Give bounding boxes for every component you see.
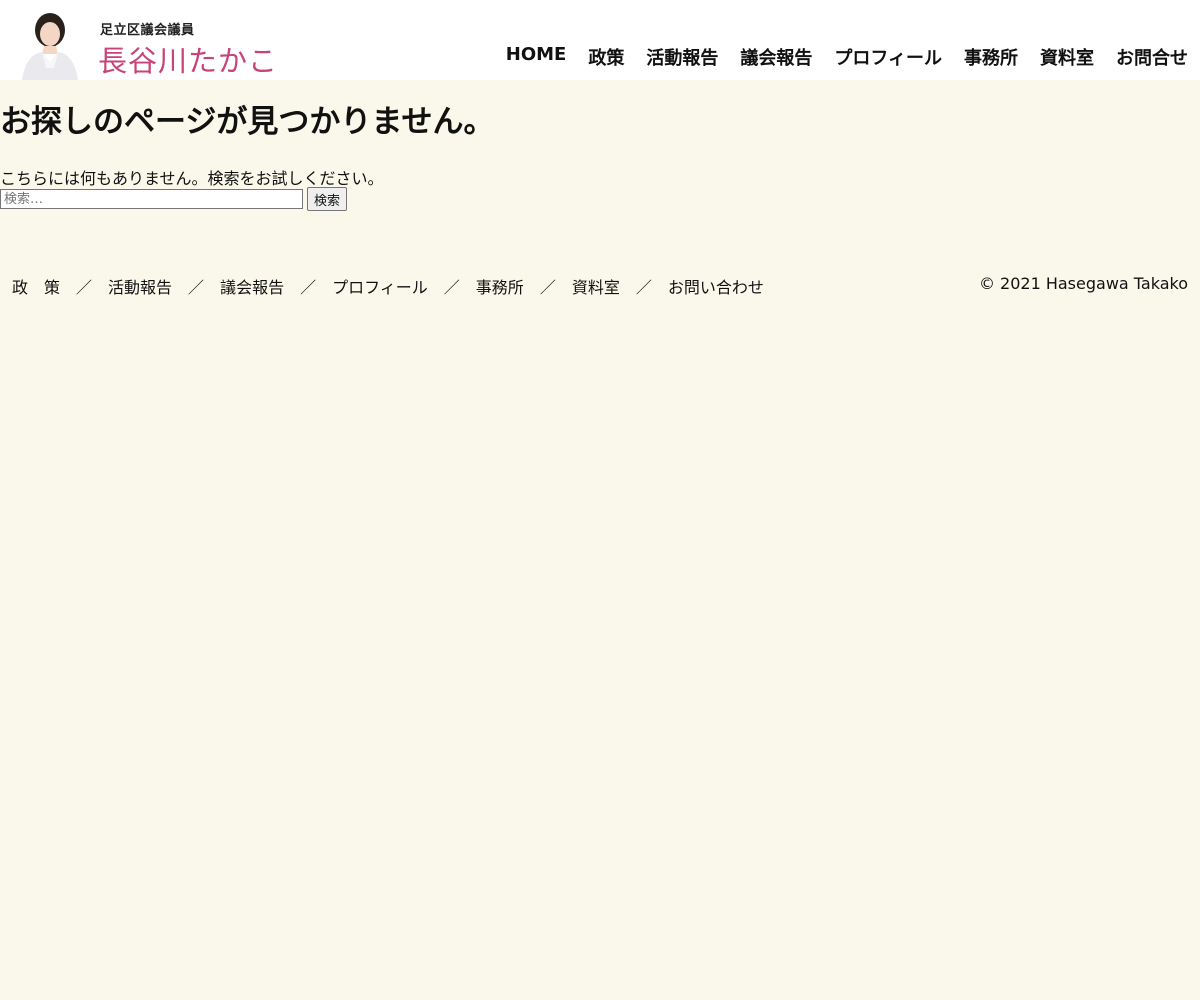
logo-subtitle: 足立区議会議員 [100,23,195,38]
search-input[interactable] [0,189,303,209]
nav-policy[interactable]: 政策 [588,44,624,70]
footer-link-documents[interactable]: 資料室 [572,274,620,298]
footer-link-policy[interactable]: 政 策 [12,274,60,298]
nav-contact[interactable]: お問合せ [1116,44,1188,70]
nav-council-report[interactable]: 議会報告 [740,44,812,70]
logo-name: 長谷川たかこ [98,44,279,78]
nav-home[interactable]: HOME [506,44,567,70]
footer-separator: ／ [188,278,205,297]
portrait-avatar [18,10,82,80]
footer-link-contact[interactable]: お問い合わせ [668,274,764,298]
copyright: © 2021 Hasegawa Takako [978,274,1188,293]
nav-documents[interactable]: 資料室 [1040,44,1094,70]
search-form: 検索 [0,187,348,211]
footer-separator: ／ [76,278,93,297]
nav-activity-report[interactable]: 活動報告 [646,44,718,70]
nav-profile[interactable]: プロフィール [834,44,942,70]
nav-office[interactable]: 事務所 [964,44,1018,70]
footer-nav: 政 策 ／ 活動報告 ／ 議会報告 ／ プロフィール ／ 事務所 ／ 資料室 ／… [12,274,764,298]
site-logo-link[interactable]: 足立区議会議員 長谷川たかこ [14,8,277,80]
page-title: お探しのページが見つかりません。 [0,104,495,140]
not-found-message: こちらには何もありません。検索をお試しください。 [0,169,384,188]
search-button[interactable]: 検索 [307,187,348,211]
footer-separator: ／ [539,278,556,297]
footer-separator: ／ [635,278,652,297]
footer-link-activity-report[interactable]: 活動報告 [108,274,172,298]
footer-separator: ／ [443,278,460,297]
footer-link-council-report[interactable]: 議会報告 [220,274,284,298]
main-nav: HOME 政策 活動報告 議会報告 プロフィール 事務所 資料室 お問合せ [484,44,1188,70]
footer-link-profile[interactable]: プロフィール [332,274,428,298]
footer-separator: ／ [300,278,317,297]
site-header: 足立区議会議員 長谷川たかこ HOME 政策 活動報告 議会報告 プロフィール … [0,0,1200,80]
footer-link-office[interactable]: 事務所 [476,274,524,298]
